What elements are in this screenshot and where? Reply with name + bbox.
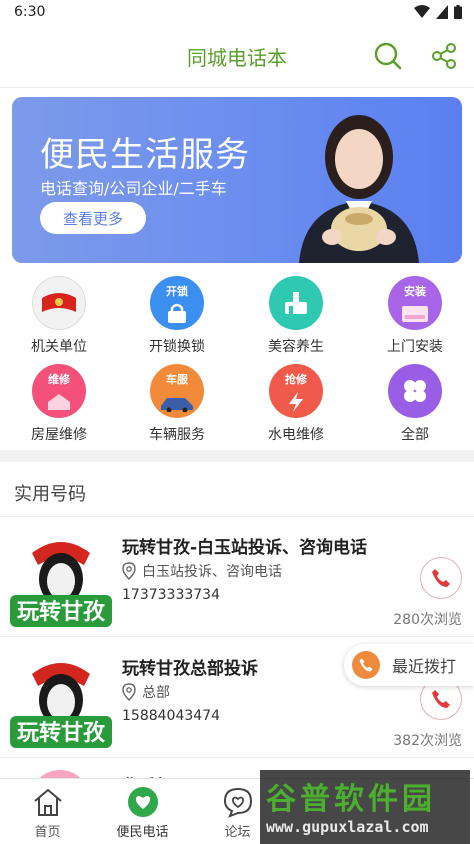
share-button[interactable] [426, 38, 462, 74]
home-icon [31, 785, 65, 819]
listing-logo: 玩转甘孜 [10, 663, 112, 748]
svg-text:玩转甘孜: 玩转甘孜 [17, 720, 106, 746]
listing-views: 382次浏览 [393, 733, 462, 749]
install-icon: 安装 [388, 276, 442, 330]
listing-phone: 17373333734 [122, 587, 220, 603]
listing-address-text: 总部 [142, 685, 170, 701]
call-button[interactable] [420, 557, 462, 599]
watermark-url: www.gupuxlazal.com [266, 818, 429, 836]
nav-home[interactable]: 首页 [0, 785, 95, 840]
category-label: 房屋维修 [31, 427, 87, 443]
status-time: 6:30 [14, 4, 46, 20]
app-header: 同城电话本 [0, 26, 474, 88]
section-title: 实用号码 [14, 484, 86, 505]
recent-calls-label: 最近拨打 [392, 657, 457, 676]
banner-title: 便民生活服务 [40, 135, 250, 175]
beauty-icon [269, 276, 323, 330]
wifi-icon [414, 5, 430, 18]
category-house-repair[interactable]: 维修 房屋维修 [0, 364, 118, 444]
nav-phone-directory-label: 便民电话 [116, 825, 169, 840]
category-label: 全部 [401, 427, 429, 443]
share-icon [432, 43, 456, 69]
section-divider [0, 450, 474, 462]
phone-heart-icon [126, 785, 160, 819]
location-pin-icon [122, 562, 136, 580]
svg-text:玩转甘孜: 玩转甘孜 [17, 599, 106, 625]
banner-subtitle: 电话查询/公司企业/二手车 [40, 179, 227, 198]
listing-address: 总部 [122, 682, 170, 702]
category-beauty[interactable]: 美容养生 [237, 276, 355, 356]
watermark: 谷普软件园 www.gupuxlazal.com [260, 770, 470, 844]
nav-phone-directory[interactable]: 便民电话 [95, 785, 190, 840]
location-pin-icon [122, 683, 136, 701]
banner-person-image [299, 115, 419, 263]
all-icon [388, 364, 442, 418]
watermark-title: 谷普软件园 [266, 782, 436, 817]
category-label: 开锁换锁 [149, 339, 205, 355]
phone-icon [432, 690, 450, 708]
phone-icon [352, 651, 380, 679]
phone-icon [432, 569, 450, 587]
listing-views: 280次浏览 [393, 612, 462, 628]
car-icon: 车服 [150, 364, 204, 418]
listing-address: 白玉站投诉、咨询电话 [122, 561, 282, 581]
search-icon [374, 42, 402, 70]
listing-title: 玩转甘孜总部投诉 [122, 659, 258, 679]
listing-row[interactable]: 玩转甘孜 玩转甘孜-白玉站投诉、咨询电话 白玉站投诉、咨询电话 17373333… [0, 517, 474, 637]
lock-icon: 开锁 [150, 276, 204, 330]
recent-calls-button[interactable]: 最近拨打 [344, 644, 474, 686]
nav-home-label: 首页 [34, 825, 61, 840]
category-label: 车辆服务 [149, 427, 205, 443]
search-button[interactable] [370, 38, 406, 74]
category-government[interactable]: 机关单位 [0, 276, 118, 356]
category-plumbing-electric[interactable]: 抢修 水电维修 [237, 364, 355, 444]
category-all[interactable]: 全部 [356, 364, 474, 444]
listing-address-text: 白玉站投诉、咨询电话 [142, 564, 282, 580]
category-label: 美容养生 [268, 339, 324, 355]
listing-title: 玩转甘孜-白玉站投诉、咨询电话 [122, 538, 368, 558]
category-lock[interactable]: 开锁 开锁换锁 [118, 276, 236, 356]
plumbing-electric-icon: 抢修 [269, 364, 323, 418]
view-more-button[interactable]: 查看更多 [40, 202, 146, 234]
signal-icon [436, 5, 448, 19]
battery-icon [454, 5, 462, 19]
category-label: 上门安装 [387, 339, 443, 355]
category-car[interactable]: 车服 车辆服务 [118, 364, 236, 444]
category-install[interactable]: 安装 上门安装 [356, 276, 474, 356]
category-label: 机关单位 [31, 339, 87, 355]
category-label: 水电维修 [268, 427, 324, 443]
government-icon [32, 276, 86, 330]
forum-heart-icon [221, 785, 255, 819]
status-bar: 6:30 [0, 0, 474, 26]
status-icons [414, 5, 462, 19]
promo-banner[interactable]: 便民生活服务 电话查询/公司企业/二手车 查看更多 [12, 97, 462, 263]
listing-phone: 15884043474 [122, 708, 220, 724]
listing-logo: 玩转甘孜 [10, 542, 112, 627]
house-repair-icon: 维修 [32, 364, 86, 418]
